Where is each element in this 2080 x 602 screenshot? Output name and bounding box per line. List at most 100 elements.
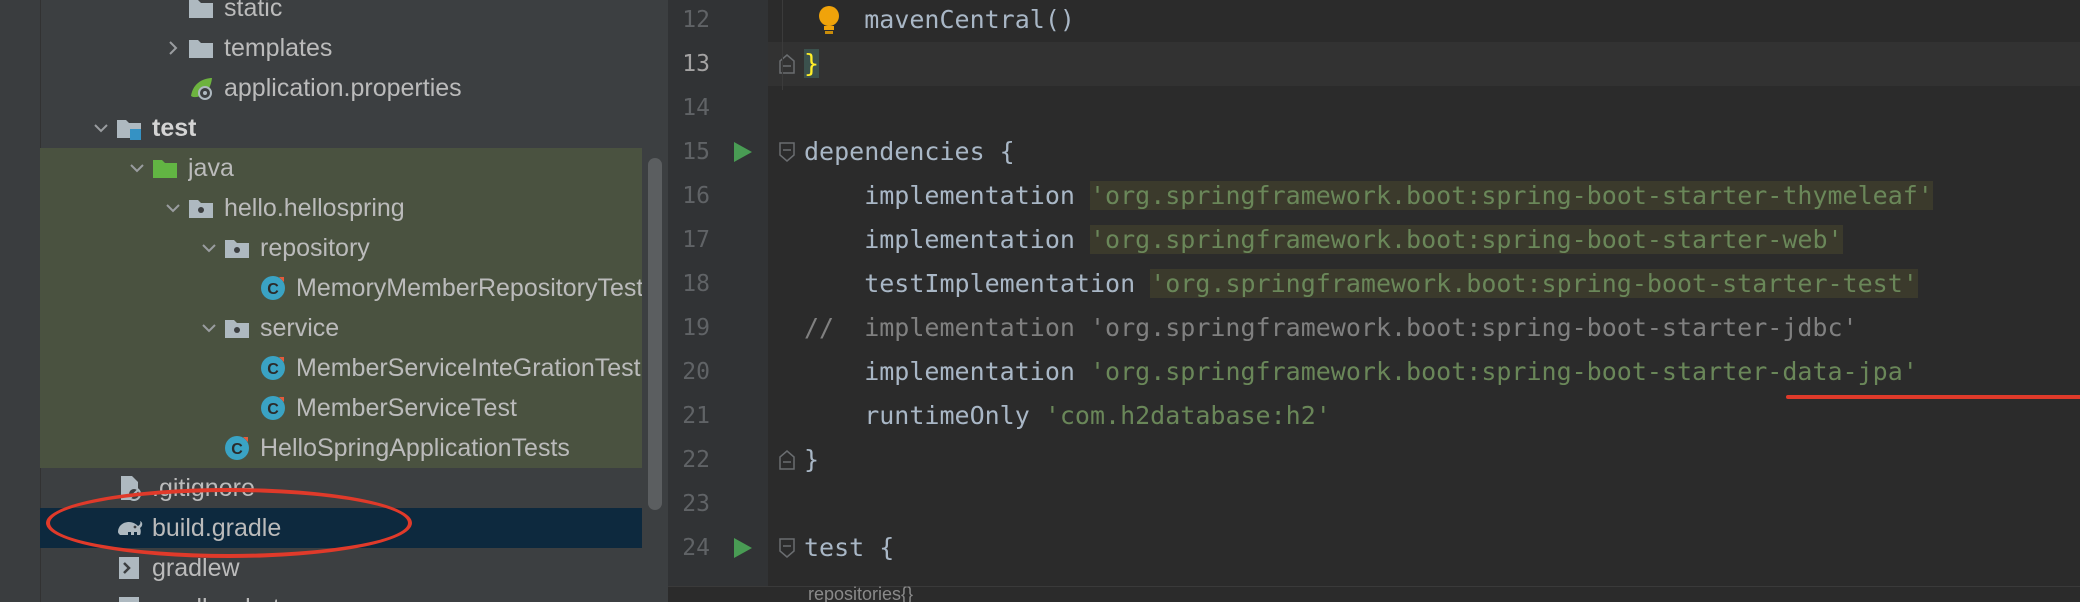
line-number: 24 <box>682 535 710 561</box>
folder-icon <box>186 0 216 23</box>
tree-row-gitignore[interactable]: .gitignore <box>40 468 642 508</box>
code-token: } <box>804 445 820 474</box>
tree-row-java[interactable]: java <box>40 148 642 188</box>
code-token: dependencies { <box>804 137 1015 166</box>
run-gutter-icon[interactable] <box>730 536 754 560</box>
chevron-down-icon <box>166 204 180 213</box>
tree-chevron-down-icon[interactable] <box>88 108 114 148</box>
code-line-16[interactable]: implementation 'org.springframework.boot… <box>804 174 1933 218</box>
line-number: 21 <box>682 403 710 429</box>
code-line-21[interactable]: runtimeOnly 'com.h2database:h2' <box>804 394 1331 438</box>
class-icon: C <box>258 353 288 383</box>
run-gutter-icon[interactable] <box>730 140 754 164</box>
tree-chevron-spacer <box>88 468 114 508</box>
package-icon <box>222 233 252 263</box>
chevron-down-icon <box>130 164 144 173</box>
tree-chevron-spacer <box>88 588 114 602</box>
test-source-folder-icon <box>150 153 180 183</box>
chevron-right-icon <box>169 41 178 55</box>
code-token: runtimeOnly <box>804 401 1045 430</box>
chevron-down-icon <box>202 244 216 253</box>
tree-row-label: MemberServiceTest <box>296 393 517 422</box>
class-icon: C <box>258 393 288 423</box>
line-number: 17 <box>682 227 710 253</box>
tree-chevron-spacer <box>232 348 258 388</box>
tree-chevron-spacer <box>160 68 186 108</box>
string-literal: 'org.springframework.boot:spring-boot-st… <box>1089 225 1843 254</box>
code-token: test { <box>804 533 895 562</box>
tree-row-label: .gitignore <box>152 473 255 502</box>
code-line-18[interactable]: testImplementation 'org.springframework.… <box>804 262 1918 306</box>
tree-chevron-right-icon[interactable] <box>160 28 186 68</box>
code-token: implementation <box>804 357 1090 386</box>
string-literal: 'org.springframework.boot:spring-boot-st… <box>1089 181 1933 210</box>
lightbulb-intention-icon[interactable] <box>814 4 844 38</box>
package-icon <box>222 313 252 343</box>
fold-marker-icon[interactable] <box>778 449 796 471</box>
fold-marker-icon[interactable] <box>778 141 796 163</box>
breadcrumb-repositories[interactable]: repositories{} <box>808 586 913 602</box>
tree-row-label: application.properties <box>224 73 462 102</box>
code-line-17[interactable]: implementation 'org.springframework.boot… <box>804 218 1843 262</box>
line-number: 13 <box>682 51 710 77</box>
class-icon: C <box>222 433 252 463</box>
fold-marker-icon[interactable] <box>778 537 796 559</box>
tree-row-service[interactable]: service <box>40 308 642 348</box>
code-token: testImplementation <box>804 269 1151 298</box>
tree-row-memberserviceintegrationtest[interactable]: C MemberServiceInteGrationTest <box>40 348 642 388</box>
gradle-elephant-icon <box>114 513 144 543</box>
tree-chevron-spacer <box>88 508 114 548</box>
code-line-22[interactable]: } <box>804 438 819 482</box>
chevron-down-icon <box>202 324 216 333</box>
code-line-15[interactable]: dependencies { <box>804 130 1015 174</box>
tree-row-label: MemoryMemberRepositoryTest <box>296 273 642 302</box>
tree-chevron-down-icon[interactable] <box>124 148 150 188</box>
line-number: 22 <box>682 447 710 473</box>
line-number: 16 <box>682 183 710 209</box>
tree-chevron-down-icon[interactable] <box>160 188 186 228</box>
tree-row-gradlew[interactable]: gradlew <box>40 548 642 588</box>
tree-row-test[interactable]: test <box>40 108 642 148</box>
tree-row-templates[interactable]: templates <box>40 28 642 68</box>
tree-chevron-spacer <box>196 428 222 468</box>
current-line-highlight <box>768 42 2080 86</box>
fold-marker-icon[interactable] <box>778 53 796 75</box>
tree-row-label: HelloSpringApplicationTests <box>260 433 570 462</box>
class-icon: C <box>258 273 288 303</box>
tree-row-memberservicetest[interactable]: C MemberServiceTest <box>40 388 642 428</box>
code-line-12[interactable]: mavenCentral() <box>804 0 1075 42</box>
line-number: 14 <box>682 95 710 121</box>
ignored-file-icon <box>114 473 144 503</box>
code-line-24[interactable]: test { <box>804 526 894 570</box>
tree-left-gutter <box>0 0 41 602</box>
tree-chevron-spacer <box>88 548 114 588</box>
tree-row-label: hello.hellospring <box>224 193 405 222</box>
tree-row-application-properties[interactable]: application.properties <box>40 68 642 108</box>
tree-row-hello-hellospring[interactable]: hello.hellospring <box>40 188 642 228</box>
tree-row-label: gradlew <box>152 553 240 582</box>
svg-text:C: C <box>231 441 243 458</box>
string-literal: 'com.h2database:h2' <box>1044 401 1331 430</box>
code-comment: // implementation 'org.springframework.b… <box>804 313 1858 342</box>
svg-text:C: C <box>267 361 279 378</box>
tree-row-label: build.gradle <box>152 513 282 542</box>
tree-row-gradlew-bat[interactable]: gradlew.bat <box>40 588 642 602</box>
code-line-20[interactable]: implementation 'org.springframework.boot… <box>804 350 1918 394</box>
line-number: 23 <box>682 491 710 517</box>
code-editor[interactable]: 12 13 14 15 16 17 18 19 20 21 22 23 24 mavenCentral(… <box>668 0 2080 602</box>
tree-row-repository[interactable]: repository <box>40 228 642 268</box>
tree-scrollbar[interactable] <box>648 158 662 510</box>
code-token: implementation <box>804 181 1090 210</box>
tree-row-static[interactable]: static <box>40 0 642 28</box>
tree-row-memorymemberrepositorytest[interactable]: C MemoryMemberRepositoryTest <box>40 268 642 308</box>
tree-row-hellospringapplicationtests[interactable]: C HelloSpringApplicationTests <box>40 428 642 468</box>
folder-icon <box>186 33 216 63</box>
tree-row-build-gradle[interactable]: build.gradle <box>40 508 642 548</box>
tree-chevron-down-icon[interactable] <box>196 228 222 268</box>
code-line-19[interactable]: // implementation 'org.springframework.b… <box>804 306 1858 350</box>
code-line-13[interactable]: } <box>804 42 820 86</box>
test-module-folder-icon <box>114 113 144 143</box>
tree-row-label: service <box>260 313 340 342</box>
tree-chevron-down-icon[interactable] <box>196 308 222 348</box>
code-token: implementation <box>804 225 1090 254</box>
